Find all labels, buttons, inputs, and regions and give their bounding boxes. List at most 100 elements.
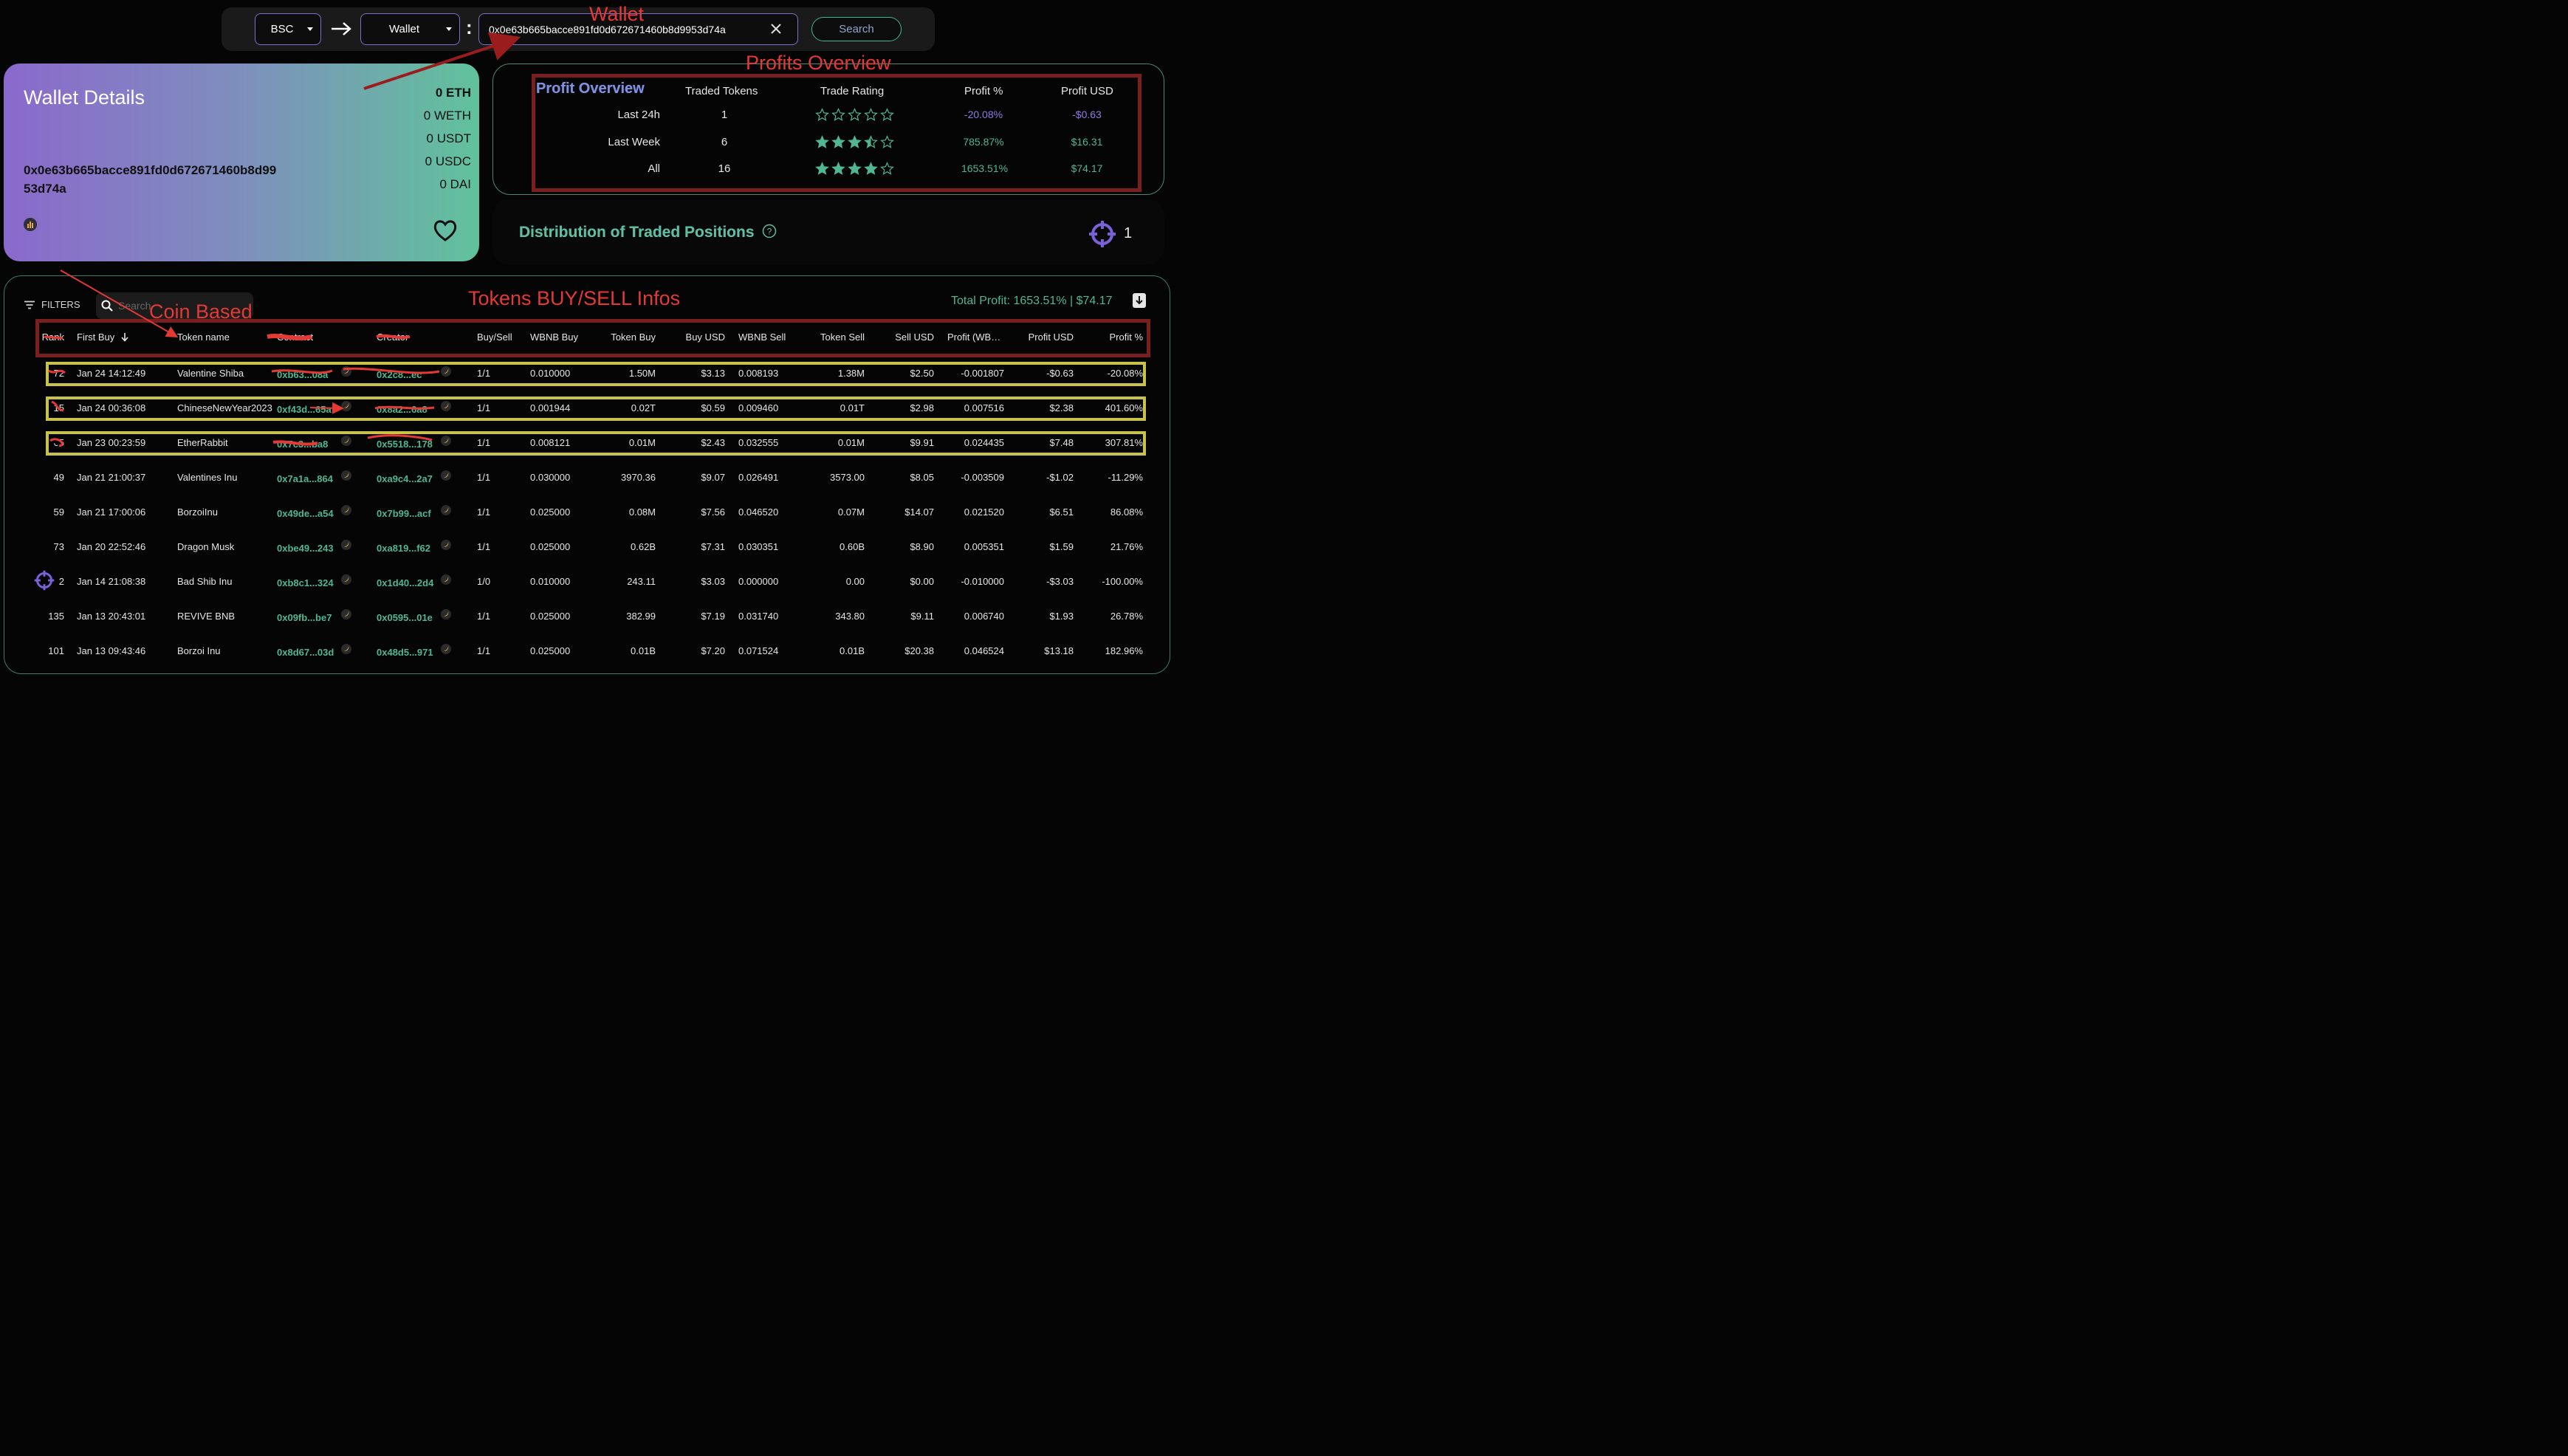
pancakeswap-icon[interactable]: [341, 401, 351, 411]
pancakeswap-icon[interactable]: [341, 644, 351, 654]
pancakeswap-icon[interactable]: [441, 574, 451, 585]
cell-profit-pct: -20.08%: [1107, 368, 1143, 379]
arrow-right-icon: [332, 22, 351, 35]
trade-rating-stars: [815, 108, 894, 122]
annotation-tokens-info: Tokens BUY/SELL Infos: [468, 287, 681, 309]
cell-contract[interactable]: 0x09fb...be7: [277, 612, 332, 623]
column-header-token-name[interactable]: Token name: [177, 332, 230, 343]
cell-token-buy: 382.99: [626, 611, 656, 622]
cell-contract[interactable]: 0xb63...08a: [277, 369, 328, 380]
cell-token[interactable]: Borzoi Inu: [177, 645, 221, 656]
pancakeswap-icon[interactable]: [341, 470, 351, 481]
search-icon: [101, 300, 113, 312]
column-header-buy-sell[interactable]: Buy/Sell: [477, 332, 512, 343]
filter-icon: [24, 301, 35, 309]
pancakeswap-icon[interactable]: [441, 609, 451, 619]
cell-profit-wbnb: 0.021520: [964, 506, 1004, 518]
cell-creator[interactable]: 0x5518...178: [377, 439, 433, 450]
traded-tokens-value: 1: [721, 109, 728, 121]
cell-token[interactable]: Valentine Shiba: [177, 368, 244, 379]
cell-token[interactable]: BorzoiInu: [177, 506, 218, 518]
cell-token-sell: 0.07M: [837, 506, 865, 518]
column-header-first-buy[interactable]: First Buy: [77, 332, 129, 343]
download-icon[interactable]: [1133, 293, 1146, 308]
cell-token[interactable]: ChineseNewYear2023: [177, 402, 272, 413]
column-header-profit-pct[interactable]: Profit %: [1109, 332, 1143, 343]
column-header-buy-usd[interactable]: Buy USD: [686, 332, 725, 343]
cell-contract[interactable]: 0x49de...a54: [277, 508, 334, 519]
column-header-label: Buy/Sell: [477, 332, 512, 343]
cell-creator[interactable]: 0xa819...f62: [377, 543, 430, 554]
distribution-count: 1: [1124, 225, 1133, 241]
balance-usdt: 0 USDT: [426, 131, 471, 145]
cell-contract[interactable]: 0xbe49...243: [277, 543, 334, 554]
column-header-sell-usd[interactable]: Sell USD: [895, 332, 934, 343]
pancakeswap-icon[interactable]: [341, 540, 351, 550]
cell-sell-usd: $2.50: [910, 368, 934, 379]
profit-pct-value: -20.08%: [964, 109, 1003, 120]
chain-select[interactable]: BSC: [255, 13, 321, 45]
cell-creator[interactable]: 0x2c8...ec: [377, 369, 422, 380]
cell-creator[interactable]: 0x8a2...6a8: [377, 404, 428, 415]
column-header-rank[interactable]: Rank: [42, 332, 64, 343]
pancakeswap-icon[interactable]: [441, 644, 451, 654]
cell-token[interactable]: Bad Shib Inu: [177, 576, 232, 587]
cell-token[interactable]: EtherRabbit: [177, 437, 228, 448]
pancakeswap-icon[interactable]: [441, 366, 451, 377]
pancakeswap-icon[interactable]: [441, 540, 451, 550]
cell-creator[interactable]: 0x48d5...971: [377, 647, 433, 658]
type-select[interactable]: Wallet: [360, 13, 460, 45]
cell-token[interactable]: Dragon Musk: [177, 541, 234, 552]
cell-rank: 59: [53, 506, 64, 518]
cell-contract[interactable]: 0xf43d...65a: [277, 404, 332, 415]
cell-token-buy: 0.62B: [631, 541, 656, 552]
pancakeswap-icon[interactable]: [341, 609, 351, 619]
cell-buy-usd: $3.03: [701, 576, 725, 587]
column-header-profit-usd[interactable]: Profit USD: [1029, 332, 1074, 343]
column-header-wbnb-buy[interactable]: WBNB Buy: [530, 332, 578, 343]
cell-creator[interactable]: 0x7b99...acf: [377, 508, 431, 519]
pancakeswap-icon[interactable]: [341, 505, 351, 515]
filters-button[interactable]: FILTERS: [24, 299, 80, 310]
pancakeswap-icon[interactable]: [341, 436, 351, 446]
column-header-token-buy[interactable]: Token Buy: [611, 332, 656, 343]
cell-contract[interactable]: 0x7c3...ba8: [277, 439, 328, 450]
cell-bs: 1/1: [477, 437, 491, 448]
column-header-profit-wbnb[interactable]: Profit (WB…: [947, 332, 1000, 343]
cell-buy-usd: $3.13: [701, 368, 725, 379]
column-header-contract[interactable]: Contract: [277, 332, 313, 343]
pancakeswap-icon[interactable]: [441, 436, 451, 446]
cell-creator[interactable]: 0x0595...01e: [377, 612, 433, 623]
cell-token[interactable]: REVIVE BNB: [177, 611, 235, 622]
cell-creator[interactable]: 0x1d40...2d4: [377, 577, 433, 588]
cell-token-sell: 343.80: [835, 611, 865, 622]
header-profit-pct: Profit %: [964, 85, 1003, 97]
cell-profit-usd: $6.51: [1049, 506, 1074, 518]
help-icon[interactable]: ?: [762, 224, 777, 238]
close-icon[interactable]: [768, 21, 784, 37]
heart-icon[interactable]: [433, 219, 458, 242]
cell-token[interactable]: Valentines Inu: [177, 472, 237, 483]
column-header-creator[interactable]: Creator: [377, 332, 408, 343]
pancakeswap-icon[interactable]: [441, 470, 451, 481]
search-button[interactable]: Search: [811, 17, 902, 41]
cell-wbnb-buy: 0.030000: [530, 472, 571, 483]
pancakeswap-icon[interactable]: [441, 401, 451, 411]
cell-contract[interactable]: 0x7a1a...864: [277, 473, 333, 484]
pancakeswap-icon[interactable]: [441, 505, 451, 515]
filters-label: FILTERS: [41, 299, 80, 310]
column-header-token-sell[interactable]: Token Sell: [820, 332, 865, 343]
profit-usd-value: $16.31: [1071, 136, 1103, 148]
star-icon: [815, 108, 829, 121]
crosshair-icon: [1089, 221, 1116, 247]
cell-rank: 65: [53, 437, 64, 448]
cell-creator[interactable]: 0xa9c4...2a7: [377, 473, 433, 484]
pancakeswap-icon[interactable]: [341, 574, 351, 585]
column-header-wbnb-sell[interactable]: WBNB Sell: [738, 332, 786, 343]
trade-rating-stars: [815, 135, 894, 149]
pancakeswap-icon[interactable]: [341, 366, 351, 377]
cell-contract[interactable]: 0x8d67...03d: [277, 647, 334, 658]
cell-wbnb-sell: 0.071524: [738, 645, 779, 656]
balance-usdc: 0 USDC: [425, 154, 471, 168]
cell-contract[interactable]: 0xb8c1...324: [277, 577, 334, 588]
